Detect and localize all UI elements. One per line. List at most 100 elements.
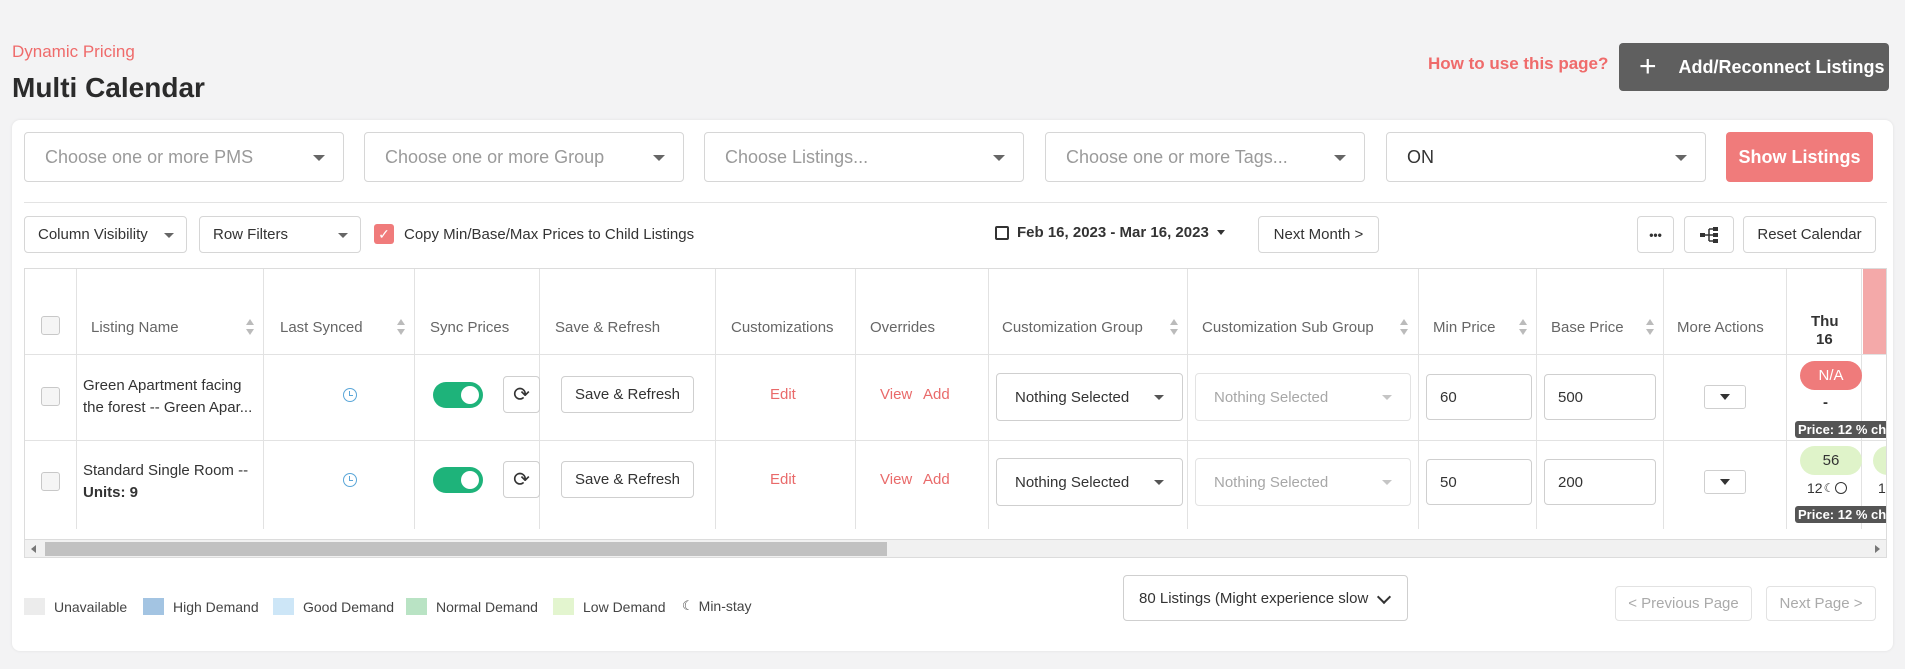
hierarchy-icon [1700, 226, 1718, 243]
column-header-listing-name[interactable]: Listing Name [91, 319, 179, 336]
header-divider [25, 354, 1886, 355]
refresh-icon: ⟳ [513, 469, 530, 491]
help-link[interactable]: How to use this page? [1428, 54, 1608, 74]
next-date-price-cell[interactable] [1873, 446, 1886, 475]
save-refresh-button[interactable]: Save & Refresh [561, 376, 694, 413]
add-reconnect-button[interactable]: + Add/Reconnect Listings [1619, 43, 1889, 91]
select-all-checkbox[interactable] [41, 316, 60, 335]
listing-name-line: the forest -- Green Apar... [83, 399, 253, 416]
min-price-input[interactable]: 50 [1426, 459, 1532, 505]
customization-group-value: Nothing Selected [1015, 473, 1130, 491]
sort-icon[interactable] [1646, 319, 1654, 337]
show-listings-button[interactable]: Show Listings [1726, 132, 1873, 182]
legend-label: Min-stay [698, 598, 752, 614]
column-visibility-dropdown[interactable]: Column Visibility [24, 216, 187, 253]
sort-icon[interactable] [1170, 319, 1178, 337]
sort-icon[interactable] [1400, 319, 1408, 337]
save-refresh-button[interactable]: Save & Refresh [561, 461, 694, 498]
column-header-customization-sub-group[interactable]: Customization Sub Group [1202, 319, 1374, 336]
base-price-input[interactable]: 500 [1544, 374, 1656, 420]
column-header-base-price[interactable]: Base Price [1551, 319, 1624, 336]
column-header-save-refresh: Save & Refresh [555, 319, 661, 336]
chevron-down-icon [313, 155, 325, 161]
group-placeholder: Choose one or more Group [385, 146, 605, 167]
chevron-down-icon [1154, 395, 1164, 400]
legend-label: Unavailable [54, 598, 128, 615]
sync-button[interactable]: ⟳ [503, 461, 540, 498]
sort-icon[interactable] [1519, 319, 1527, 337]
sync-prices-toggle[interactable] [433, 467, 483, 493]
date-price-cell[interactable]: 56 [1800, 446, 1862, 475]
group-select[interactable]: Choose one or more Group [364, 132, 684, 182]
reset-calendar-button[interactable]: Reset Calendar [1743, 216, 1876, 253]
min-price-input[interactable]: 60 [1426, 374, 1532, 420]
base-price-input[interactable]: 200 [1544, 459, 1656, 505]
edit-customization-link[interactable]: Edit [770, 386, 796, 403]
view-overrides-link[interactable]: View [880, 471, 912, 488]
row-checkbox[interactable] [41, 472, 60, 491]
date-header-day: Thu [1811, 313, 1839, 330]
previous-page-button[interactable]: < Previous Page [1615, 586, 1752, 621]
pms-placeholder: Choose one or more PMS [45, 146, 254, 167]
sync-button[interactable]: ⟳ [503, 376, 540, 413]
listings-table: Listing Name Last Synced Sync Prices Sav… [24, 268, 1887, 540]
refresh-icon: ⟳ [513, 384, 530, 406]
listing-name[interactable]: Green Apartment facing the forest -- Gre… [83, 375, 252, 419]
add-button-label: Add/Reconnect Listings [1678, 56, 1885, 77]
row-checkbox[interactable] [41, 387, 60, 406]
legend-min-stay: ☾ Min-stay [682, 598, 752, 614]
horizontal-scrollbar[interactable] [24, 540, 1887, 558]
chevron-down-icon [338, 233, 348, 238]
min-stay-indicator: 12 ☾ [1807, 480, 1848, 496]
more-actions-dropdown[interactable] [1704, 385, 1746, 409]
customization-group-value: Nothing Selected [1015, 388, 1130, 406]
edit-customization-link[interactable]: Edit [770, 471, 796, 488]
weekend-date-column [1863, 269, 1886, 354]
customization-group-select[interactable]: Nothing Selected [996, 373, 1183, 421]
scrollbar-thumb[interactable] [45, 542, 887, 556]
copy-prices-checkbox[interactable]: ✓ [374, 224, 394, 244]
sort-icon[interactable] [397, 319, 405, 337]
view-overrides-link[interactable]: View [880, 386, 912, 403]
listing-name-line: Green Apartment facing [83, 377, 242, 394]
column-header-last-synced[interactable]: Last Synced [280, 319, 363, 336]
add-override-link[interactable]: Add [923, 471, 950, 488]
status-select[interactable]: ON [1386, 132, 1706, 182]
breadcrumb[interactable]: Dynamic Pricing [12, 42, 135, 62]
chevron-down-icon [1154, 480, 1164, 485]
clock-icon [343, 388, 357, 402]
caret-down-icon [1216, 230, 1225, 235]
listings-select[interactable]: Choose Listings... [704, 132, 1024, 182]
next-page-button[interactable]: Next Page > [1766, 586, 1876, 621]
hierarchy-button[interactable] [1684, 216, 1734, 253]
sort-icon[interactable] [246, 319, 254, 337]
scroll-right-icon[interactable] [1875, 545, 1880, 553]
row-filters-dropdown[interactable]: Row Filters [199, 216, 361, 253]
last-synced-column [264, 269, 415, 529]
customization-sub-group-select: Nothing Selected [1195, 458, 1411, 506]
next-month-button[interactable]: Next Month > [1258, 216, 1379, 253]
price-change-tag: Price: 12 % ch [1795, 421, 1886, 438]
tags-select[interactable]: Choose one or more Tags... [1045, 132, 1365, 182]
listing-name[interactable]: Standard Single Room -- Units: 9 [83, 460, 248, 504]
price-change-tag: Price: 12 % ch [1795, 506, 1886, 523]
sync-prices-toggle[interactable] [433, 382, 483, 408]
customization-group-select[interactable]: Nothing Selected [996, 458, 1183, 506]
scroll-left-icon[interactable] [31, 545, 36, 553]
date-range-picker[interactable]: Feb 16, 2023 - Mar 16, 2023 [995, 224, 1225, 241]
pms-select[interactable]: Choose one or more PMS [24, 132, 344, 182]
listings-count-value: 80 Listings (Might experience slow [1139, 589, 1369, 607]
more-actions-dropdown[interactable] [1704, 470, 1746, 494]
listings-per-page-select[interactable]: 80 Listings (Might experience slow [1123, 575, 1408, 621]
column-header-customization-group[interactable]: Customization Group [1002, 319, 1143, 336]
more-options-button[interactable]: ••• [1637, 216, 1674, 253]
column-header-min-price[interactable]: Min Price [1433, 319, 1496, 336]
legend-swatch [24, 598, 45, 615]
next-date-min-stay: 1 [1878, 480, 1886, 496]
add-override-link[interactable]: Add [923, 386, 950, 403]
date-price-cell[interactable]: N/A [1800, 361, 1862, 390]
date-header-date: 16 [1816, 331, 1833, 348]
legend-swatch [406, 598, 427, 615]
listings-placeholder: Choose Listings... [725, 146, 869, 167]
chevron-down-icon [1675, 155, 1687, 161]
